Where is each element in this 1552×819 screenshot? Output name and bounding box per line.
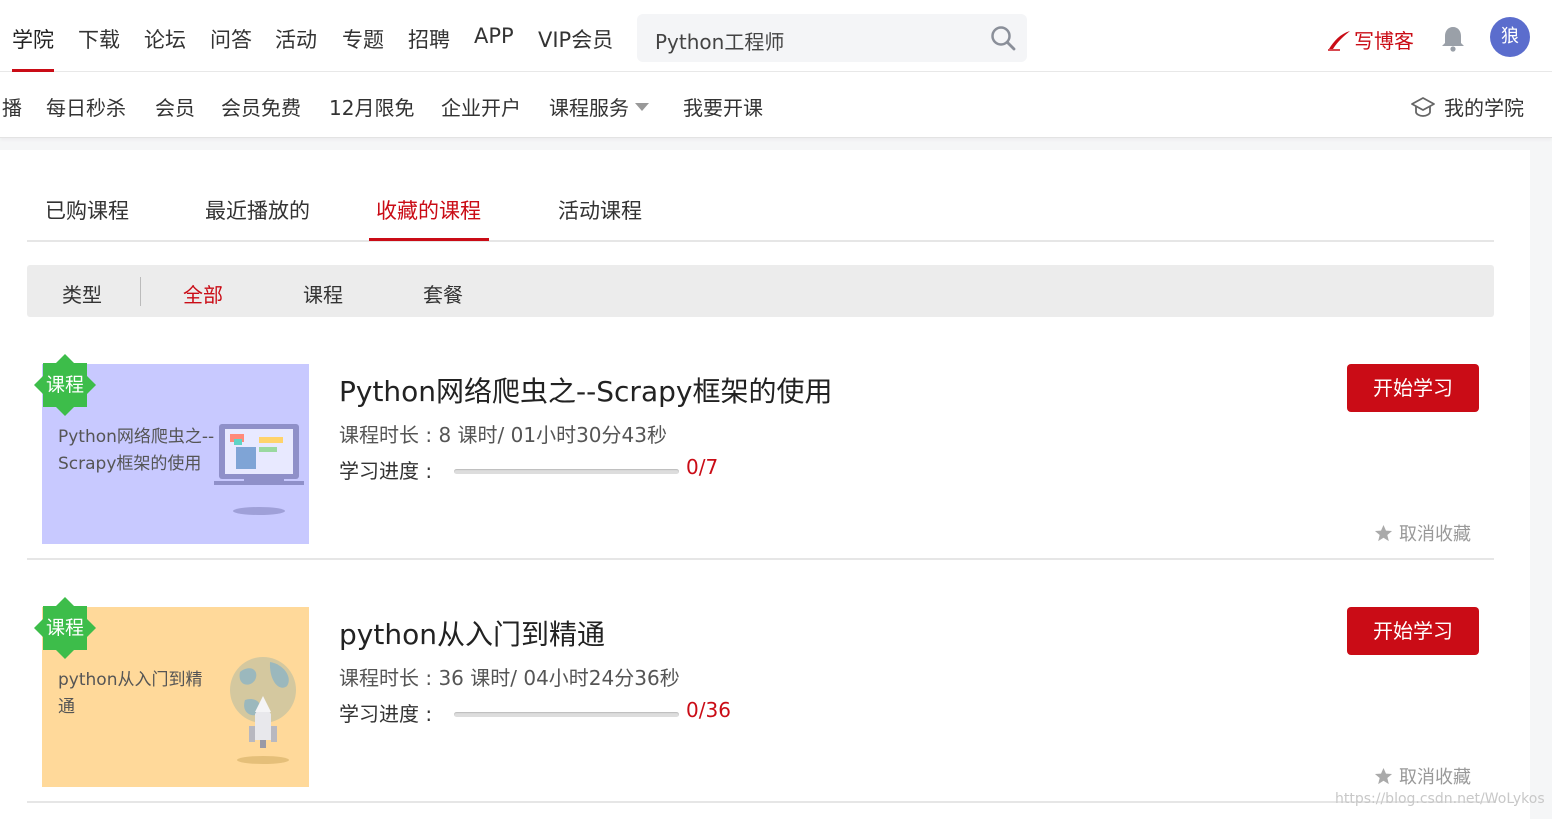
star-icon [1374,524,1393,541]
course-item: Python网络爬虫之--Scrapy框架的使用 课程 Python网络爬虫之-… [27,317,1494,560]
caret-down-icon [635,103,649,111]
filter-option-bundle[interactable]: 套餐 [423,279,463,308]
tab-favorites[interactable]: 收藏的课程 [376,195,481,225]
tab-recent[interactable]: 最近播放的 [205,195,310,225]
unfavorite-label: 取消收藏 [1399,524,1471,545]
subnav-item-flash-sale[interactable]: 每日秒杀 [46,92,126,121]
thumbnail-text: python从入门到精通 [58,670,203,717]
watermark: https://blog.csdn.net/WoLykos [1335,791,1545,807]
course-services-label: 课程服务 [549,96,629,120]
nav-item-forum[interactable]: 论坛 [144,24,186,54]
my-academy-link[interactable]: 我的学院 [1410,92,1524,121]
unfavorite-button[interactable]: 取消收藏 [1374,763,1471,789]
subnav-item-member[interactable]: 会员 [155,92,195,121]
nav-item-events[interactable]: 活动 [275,24,317,54]
progress-bar [454,712,679,717]
course-badge-label-wrap: 课程 [34,354,96,416]
top-nav: 学院 下载 论坛 问答 活动 专题 招聘 APP VIP会员 Python工程师… [0,0,1552,72]
nav-item-qa[interactable]: 问答 [210,24,252,54]
write-blog-link[interactable]: 写博客 [1326,25,1414,54]
bell-icon[interactable] [1440,24,1466,52]
filter-divider [140,277,141,306]
thumbnail-text: Python网络爬虫之--Scrapy框架的使用 [58,427,215,474]
subnav-item-course-services[interactable]: 课程服务 [549,92,649,121]
search-input[interactable]: Python工程师 [655,26,784,55]
subnav-item-member-free[interactable]: 会员免费 [221,92,301,121]
user-avatar[interactable]: 狼 [1490,17,1530,57]
filter-option-course[interactable]: 课程 [303,279,343,308]
course-title[interactable]: python从入门到精通 [339,613,605,653]
tab-purchased[interactable]: 已购课程 [45,195,129,225]
course-badge-label-wrap: 课程 [34,597,96,659]
graduation-cap-icon [1411,96,1435,117]
course-tabs: 已购课程 最近播放的 收藏的课程 活动课程 [27,150,1494,242]
unfavorite-label: 取消收藏 [1399,767,1471,788]
nav-item-download[interactable]: 下载 [78,24,120,54]
start-learning-button[interactable]: 开始学习 [1347,364,1479,412]
course-duration: 课程时长 : 36 课时/ 04小时24分36秒 [339,666,680,690]
nav-item-topics[interactable]: 专题 [342,24,384,54]
course-badge-label: 课程 [45,374,84,396]
star-icon [1374,767,1393,784]
write-blog-label: 写博客 [1354,29,1414,53]
progress-count: 0/36 [686,698,731,722]
pen-icon [1328,30,1350,51]
tab-activity[interactable]: 活动课程 [558,195,642,225]
course-title[interactable]: Python网络爬虫之--Scrapy框架的使用 [339,370,832,410]
sub-nav: 播 每日秒杀 会员 会员免费 12月限免 企业开户 课程服务 我要开课 我的学院 [0,72,1552,138]
search-box[interactable]: Python工程师 [637,14,1027,62]
content-panel: 已购课程 最近播放的 收藏的课程 活动课程 类型 全部 课程 套餐 Python… [0,150,1530,819]
subnav-item-teach[interactable]: 我要开课 [683,92,763,121]
progress-label: 学习进度 : [339,702,433,726]
nav-item-app[interactable]: APP [474,24,514,48]
tab-active-indicator [369,238,489,241]
computer-illustration [214,424,304,515]
course-item: python从入门到精通 课程 python从入门到精通 课程时长 : 36 课… [27,560,1494,803]
subnav-item-december-free[interactable]: 12月限免 [329,92,414,121]
my-academy-label: 我的学院 [1444,96,1524,120]
subnav-item-live[interactable]: 播 [2,92,22,121]
nav-item-jobs[interactable]: 招聘 [408,24,450,54]
start-learning-button[interactable]: 开始学习 [1347,607,1479,655]
search-icon[interactable] [989,24,1017,52]
globe-rocket-illustration [230,657,296,764]
nav-item-academy[interactable]: 学院 [12,24,54,54]
nav-item-vip[interactable]: VIP会员 [538,24,613,54]
filter-option-all[interactable]: 全部 [183,279,223,308]
subnav-item-enterprise[interactable]: 企业开户 [441,92,521,121]
filter-label: 类型 [62,283,102,307]
unfavorite-button[interactable]: 取消收藏 [1374,520,1471,546]
progress-label: 学习进度 : [339,459,433,483]
course-duration: 课程时长 : 8 课时/ 01小时30分43秒 [339,423,667,447]
progress-bar [454,469,679,474]
course-badge-label: 课程 [45,617,84,639]
progress-count: 0/7 [686,455,719,479]
type-filter: 类型 全部 课程 套餐 [27,265,1494,317]
